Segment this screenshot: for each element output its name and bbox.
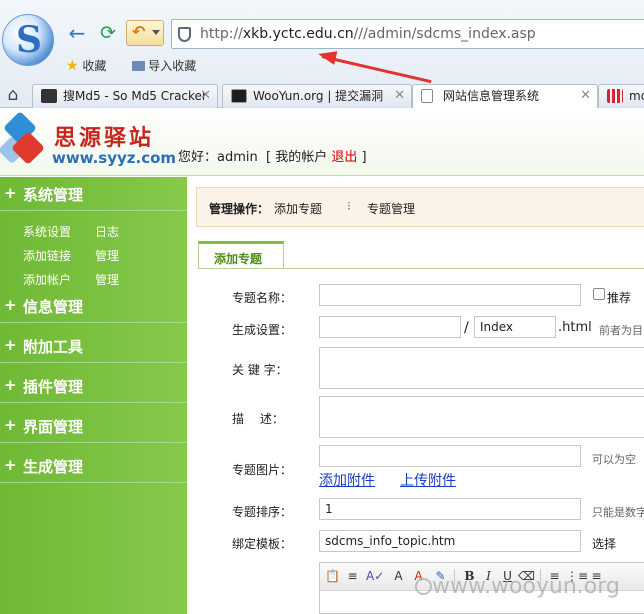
spellcheck-icon[interactable]: A✓ (366, 568, 384, 585)
template-input[interactable]: sdcms_info_topic.htm (319, 530, 581, 552)
gen-ext: .html (558, 320, 592, 335)
url-text: http://xkb.yctc.edu.cn///admin/sdcms_ind… (200, 26, 536, 42)
image-hint: 可以为空 (592, 453, 636, 466)
browser-logo-icon[interactable]: S (2, 14, 54, 66)
close-icon[interactable]: ✕ (200, 85, 211, 107)
tab-label: md5 (629, 89, 644, 103)
tab-somd5[interactable]: 搜Md5 - So Md5 Cracker ✕ (32, 84, 218, 108)
site-logo-icon (0, 111, 46, 170)
tab-site-admin[interactable]: 网站信息管理系统 ✕ (412, 84, 598, 109)
plus-icon: + (4, 336, 17, 354)
main-content: 管理操作： 添加专题 ⁝ 专题管理 添加专题 专题名称： 推荐 生成设置： / … (188, 177, 644, 614)
add-attachment-link[interactable]: 添加附件 (319, 470, 375, 490)
shield-icon (178, 27, 191, 42)
gen-dir-input[interactable] (319, 316, 461, 338)
tab-divider (198, 268, 644, 269)
gen-slash: / (464, 320, 469, 336)
operations-bar: 管理操作： 添加专题 ⁝ 专题管理 (196, 187, 644, 227)
tab-add-topic[interactable]: 添加专题 (198, 241, 284, 269)
tab-label: 搜Md5 - So Md5 Cracker (63, 89, 207, 103)
undo-button[interactable]: ↶ (126, 20, 164, 46)
sidebar-item-add-link[interactable]: 添加链接 (23, 247, 71, 264)
md5-icon (41, 89, 57, 103)
folder-icon (132, 61, 146, 71)
watermark-eye-icon (415, 578, 432, 595)
recommend-label: 推荐 (607, 291, 632, 305)
upload-attachment-link[interactable]: 上传附件 (400, 470, 456, 490)
page-icon (421, 89, 433, 103)
home-icon[interactable]: ⌂ (3, 85, 23, 105)
tab-md5[interactable]: md5 (598, 84, 644, 108)
logout-link[interactable]: 退出 (331, 150, 357, 165)
plus-icon: + (4, 296, 17, 314)
sidebar-group-generate[interactable]: + 生成管理 (0, 449, 187, 483)
recommend-checkbox[interactable] (593, 288, 605, 300)
sidebar-item-add-account[interactable]: 添加帐户 (23, 271, 71, 288)
font-size-icon[interactable]: A (390, 568, 407, 585)
sidebar-group-tools[interactable]: + 附加工具 (0, 329, 187, 363)
order-label: 专题排序： (232, 505, 293, 519)
order-hint: 只能是数字 (592, 506, 644, 519)
close-icon[interactable]: ✕ (580, 85, 591, 107)
sidebar-item-logs[interactable]: 日志 (95, 223, 119, 240)
refresh-icon[interactable]: ⟳ (97, 22, 119, 44)
watermark: www.wooyun.org (432, 574, 620, 599)
my-account-link[interactable]: 我的帐户 (275, 150, 327, 165)
tab-strip: ⌂ 搜Md5 - So Md5 Cracker ✕ WooYun.org | 提… (0, 82, 644, 109)
topic-name-label: 专题名称： (232, 291, 293, 305)
gen-file-input[interactable]: Index (474, 316, 556, 338)
sidebar-item-system-settings[interactable]: 系统设置 (23, 223, 71, 240)
order-input[interactable]: 1 (319, 498, 581, 520)
keywords-label: 关 键 字： (232, 363, 288, 377)
favorites-bar: ★ 收藏 导入收藏 (66, 57, 218, 74)
template-label: 绑定模板： (232, 537, 293, 551)
chevron-down-icon (152, 30, 160, 35)
topic-manage-link[interactable]: 专题管理 (367, 200, 415, 217)
sidebar-item-link-manage[interactable]: 管理 (95, 247, 119, 264)
grid-icon (607, 89, 623, 103)
favorites-button[interactable]: ★ 收藏 (66, 58, 106, 74)
site-name: 思源驿站 (54, 125, 155, 151)
undo-icon: ↶ (132, 22, 146, 41)
close-icon[interactable]: ✕ (394, 85, 405, 107)
ops-separator: ⁝ (347, 199, 351, 213)
user-greeting: 您好：admin [ 我的帐户 退出 ] (178, 150, 367, 165)
gen-settings-label: 生成设置： (232, 323, 293, 337)
format-icon[interactable]: ≡ (344, 568, 361, 585)
ops-label: 管理操作： (209, 202, 270, 216)
paste-icon[interactable]: 📋 (324, 568, 341, 585)
plus-icon: + (4, 456, 17, 474)
keywords-textarea[interactable] (319, 347, 644, 389)
plus-icon: + (4, 416, 17, 434)
sidebar-group-info[interactable]: + 信息管理 (0, 289, 187, 323)
description-textarea[interactable] (319, 396, 644, 438)
site-header: 思源驿站 www.syyz.com 您好：admin [ 我的帐户 退出 ] (0, 108, 644, 176)
wooyun-icon (231, 89, 247, 103)
star-icon: ★ (66, 58, 79, 74)
description-label: 描 述： (232, 412, 284, 426)
sidebar-group-interface[interactable]: + 界面管理 (0, 409, 187, 443)
tab-wooyun[interactable]: WooYun.org | 提交漏洞 ✕ (222, 84, 412, 108)
sidebar-group-plugins[interactable]: + 插件管理 (0, 369, 187, 403)
back-arrow-icon[interactable]: ← (66, 22, 88, 44)
topic-image-label: 专题图片： (232, 463, 293, 477)
add-topic-link[interactable]: 添加专题 (274, 200, 322, 217)
plus-icon: + (4, 376, 17, 394)
tab-label: WooYun.org | 提交漏洞 (253, 89, 384, 103)
template-select-link[interactable]: 选择 (592, 535, 616, 552)
site-url: www.syyz.com (52, 149, 177, 167)
sidebar-item-account-manage[interactable]: 管理 (95, 271, 119, 288)
gen-hint: 前者为目 (599, 324, 643, 337)
sidebar-group-system[interactable]: + 系统管理 (0, 177, 187, 211)
tab-label: 网站信息管理系统 (443, 89, 540, 103)
import-favorites-button[interactable]: 导入收藏 (132, 59, 196, 73)
topic-image-input[interactable] (319, 445, 581, 467)
sidebar: + 系统管理 系统设置 日志 添加链接 管理 添加帐户 管理 + 信息管理 + … (0, 177, 187, 614)
topic-name-input[interactable] (319, 284, 581, 306)
address-bar[interactable]: http://xkb.yctc.edu.cn///admin/sdcms_ind… (171, 19, 644, 49)
plus-icon: + (4, 184, 17, 202)
